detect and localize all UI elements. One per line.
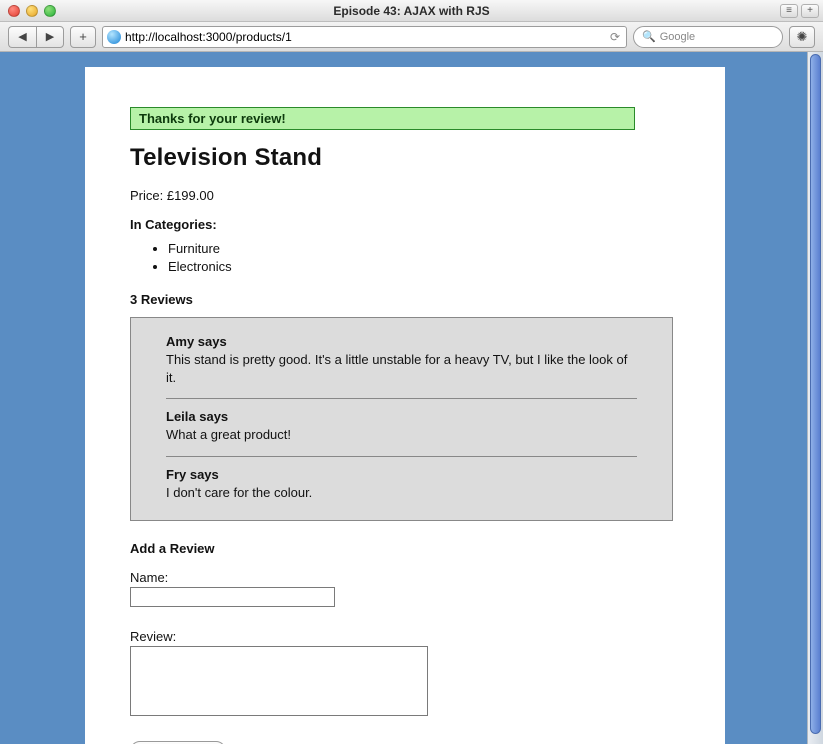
window-title: Episode 43: AJAX with RJS (0, 4, 823, 18)
review-body: What a great product! (166, 426, 637, 444)
list-item: Furniture (168, 240, 680, 258)
bug-button[interactable]: ✺ (789, 26, 815, 48)
review-item: Fry says I don't care for the colour. (166, 457, 637, 502)
vertical-scrollbar[interactable] (807, 52, 823, 744)
review-textarea[interactable] (130, 646, 428, 716)
review-item: Leila says What a great product! (166, 399, 637, 457)
review-author: Leila says (166, 409, 637, 424)
review-label: Review: (130, 629, 680, 644)
add-comment-button[interactable]: Add comment (130, 741, 226, 744)
product-title: Television Stand (130, 144, 680, 172)
flash-notice: Thanks for your review! (130, 107, 635, 130)
name-label: Name: (130, 570, 680, 585)
name-input[interactable] (130, 587, 335, 607)
window-titlebar: Episode 43: AJAX with RJS ≡ + (0, 0, 823, 22)
site-icon (107, 30, 121, 44)
new-tab-button[interactable]: + (801, 4, 819, 18)
back-button[interactable]: ◀ (8, 26, 36, 48)
review-body: I don't care for the colour. (166, 484, 637, 502)
search-icon: 🔍 (642, 30, 656, 43)
search-placeholder: Google (660, 31, 695, 43)
review-author: Fry says (166, 467, 637, 482)
toolbar-toggle-button[interactable]: ≡ (780, 4, 798, 18)
url-text: http://localhost:3000/products/1 (125, 30, 604, 44)
add-review-heading: Add a Review (130, 541, 680, 556)
minimize-window-button[interactable] (26, 5, 38, 17)
page-content: Thanks for your review! Television Stand… (85, 67, 725, 744)
list-item: Electronics (168, 258, 680, 276)
categories-list: Furniture Electronics (130, 240, 680, 276)
product-price: Price: £199.00 (130, 188, 680, 203)
add-bookmark-button[interactable]: + (70, 26, 96, 48)
url-bar[interactable]: http://localhost:3000/products/1 ⟳ (102, 26, 627, 48)
reload-icon[interactable]: ⟳ (608, 30, 622, 44)
reviews-box: Amy says This stand is pretty good. It's… (130, 317, 673, 520)
categories-heading: In Categories: (130, 217, 680, 232)
search-bar[interactable]: 🔍 Google (633, 26, 783, 48)
browser-viewport: Thanks for your review! Television Stand… (0, 52, 823, 744)
close-window-button[interactable] (8, 5, 20, 17)
scrollbar-thumb[interactable] (810, 54, 821, 734)
reviews-heading: 3 Reviews (130, 292, 680, 307)
review-body: This stand is pretty good. It's a little… (166, 351, 637, 386)
review-author: Amy says (166, 334, 637, 349)
browser-toolbar: ◀ ▶ + http://localhost:3000/products/1 ⟳… (0, 22, 823, 52)
review-item: Amy says This stand is pretty good. It's… (166, 330, 637, 399)
zoom-window-button[interactable] (44, 5, 56, 17)
forward-button[interactable]: ▶ (36, 26, 64, 48)
